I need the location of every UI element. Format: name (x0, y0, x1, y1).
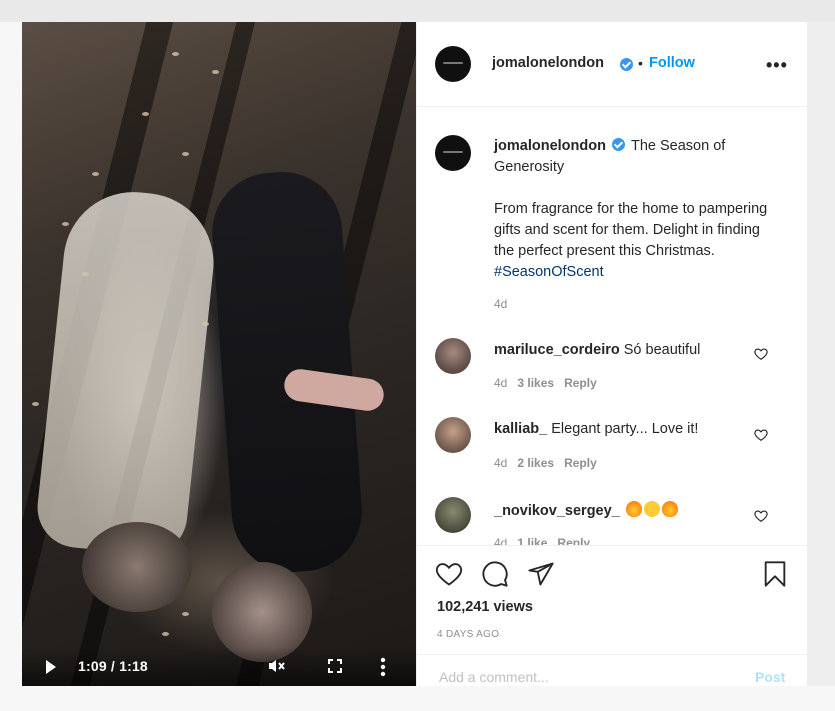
comment-body: Só beautiful (623, 342, 701, 358)
confetti (32, 402, 39, 406)
comment-username[interactable]: _novikov_sergey_ (494, 503, 620, 519)
comment-meta: 4d 1 like Reply (494, 536, 590, 545)
comment-age: 4d (494, 376, 508, 390)
reply-button[interactable]: Reply (564, 456, 597, 470)
play-icon[interactable] (46, 660, 56, 674)
verified-icon (611, 138, 625, 151)
video-figure-head (212, 562, 312, 662)
avatar[interactable] (435, 135, 471, 171)
post-video[interactable]: 1:09 / 1:18 (22, 22, 416, 686)
video-figure-head (82, 522, 192, 612)
add-comment-row: Add a comment... Post (417, 654, 807, 687)
heart-icon[interactable] (435, 560, 463, 588)
fire-emoji (661, 501, 678, 517)
confetti (172, 52, 179, 56)
video-time: 1:09 / 1:18 (78, 658, 148, 674)
comment-age: 4d (494, 456, 508, 470)
confetti (162, 632, 169, 636)
post-side-panel: jomalonelondon • Follow ••• jomalonelond… (416, 22, 807, 686)
confetti (202, 322, 209, 326)
caption-text: From fragrance for the home to pampering… (494, 201, 768, 259)
comment-age: 4d (494, 536, 508, 545)
browser-background-bottom (0, 686, 835, 711)
share-icon[interactable] (527, 560, 555, 588)
post-comment-button[interactable]: Post (755, 669, 785, 685)
avatar[interactable] (435, 46, 471, 82)
video-figure-suit (208, 167, 366, 577)
heart-icon[interactable] (754, 428, 768, 442)
mute-icon[interactable] (266, 656, 286, 676)
confetti (182, 152, 189, 156)
comment-username[interactable]: kalliab_ (494, 421, 547, 437)
view-count[interactable]: 102,241 views (437, 599, 533, 615)
more-vertical-icon[interactable] (380, 656, 386, 678)
avatar[interactable] (435, 338, 471, 374)
confetti (142, 112, 149, 116)
confetti (62, 222, 69, 226)
comment-icon[interactable] (481, 560, 509, 588)
browser-background-right (806, 22, 835, 711)
fullscreen-icon[interactable] (328, 659, 342, 673)
more-options-button[interactable]: ••• (766, 55, 788, 76)
post-date: 4 DAYS AGO (437, 629, 500, 640)
hashtag-link[interactable]: #SeasonOfScent (494, 264, 604, 280)
confetti (212, 70, 219, 74)
post-header: jomalonelondon • Follow ••• (417, 22, 807, 107)
comment-username[interactable]: mariluce_cordeiro (494, 342, 620, 358)
separator-dot: • (638, 55, 643, 71)
heart-eyes-emoji (643, 501, 660, 517)
comment-body: Elegant party... Love it! (551, 421, 699, 437)
post-actions: 102,241 views 4 DAYS AGO Add a comment..… (417, 545, 807, 686)
comment-meta: 4d 2 likes Reply (494, 456, 597, 470)
caption-username[interactable]: jomalonelondon (494, 138, 606, 154)
comment-likes[interactable]: 1 like (517, 536, 547, 545)
reply-button[interactable]: Reply (557, 536, 590, 545)
reply-button[interactable]: Reply (564, 376, 597, 390)
comment-meta: 4d 3 likes Reply (494, 376, 597, 390)
comment-text: mariluce_cordeiro Só beautiful (494, 342, 700, 358)
caption-age: 4d (494, 297, 508, 311)
confetti (182, 612, 189, 616)
confetti (82, 272, 89, 276)
caption-heading: jomalonelondon The Season of Generosity (494, 136, 774, 178)
avatar[interactable] (435, 417, 471, 453)
comment-likes[interactable]: 3 likes (517, 376, 554, 390)
heart-icon[interactable] (754, 509, 768, 523)
avatar[interactable] (435, 497, 471, 533)
bookmark-icon[interactable] (761, 560, 789, 588)
comment-text: kalliab_ Elegant party... Love it! (494, 421, 698, 437)
comments-section: jomalonelondon The Season of Generosity F… (417, 107, 807, 545)
heart-icon[interactable] (754, 347, 768, 361)
comment-likes[interactable]: 2 likes (517, 456, 554, 470)
comment-text: _novikov_sergey_ (494, 501, 678, 519)
follow-button[interactable]: Follow (649, 55, 695, 71)
post-username[interactable]: jomalonelondon (492, 55, 604, 71)
video-figure-dress (33, 185, 221, 559)
video-controls: 1:09 / 1:18 (22, 648, 416, 686)
fire-emoji (625, 501, 642, 517)
confetti (92, 172, 99, 176)
caption-body: From fragrance for the home to pampering… (494, 199, 779, 283)
browser-background-top (0, 0, 835, 22)
add-comment-input[interactable]: Add a comment... (439, 669, 549, 685)
verified-icon (620, 58, 633, 71)
